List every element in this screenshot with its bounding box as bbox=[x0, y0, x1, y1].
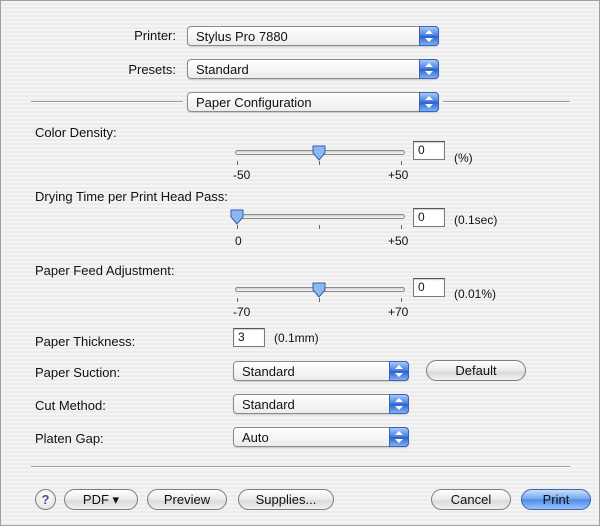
paper-feed-max: +70 bbox=[388, 305, 409, 319]
drying-time-slider-thumb[interactable] bbox=[230, 209, 244, 225]
paper-thickness-label: Paper Thickness: bbox=[35, 334, 136, 349]
default-button[interactable]: Default bbox=[426, 360, 526, 381]
color-density-label: Color Density: bbox=[35, 125, 117, 140]
slider-tick bbox=[237, 298, 238, 302]
printer-label: Printer: bbox=[134, 28, 176, 43]
paper-suction-popup[interactable]: Standard bbox=[233, 361, 409, 381]
popup-arrows-icon bbox=[389, 361, 409, 381]
bottom-separator bbox=[31, 466, 570, 468]
color-density-max: +50 bbox=[388, 168, 409, 182]
paper-feed-min: -70 bbox=[233, 305, 251, 319]
presets-popup[interactable]: Standard bbox=[187, 59, 439, 79]
drying-time-max: +50 bbox=[388, 234, 409, 248]
help-button[interactable]: ? bbox=[35, 489, 56, 510]
popup-arrows-icon bbox=[419, 92, 439, 112]
paper-thickness-field[interactable]: 3 bbox=[233, 328, 265, 347]
drying-time-field[interactable]: 0 bbox=[413, 208, 445, 227]
paper-suction-label: Paper Suction: bbox=[35, 365, 121, 380]
paper-suction-value: Standard bbox=[242, 364, 295, 379]
supplies-button[interactable]: Supplies... bbox=[238, 489, 334, 510]
color-density-unit: (%) bbox=[454, 151, 473, 165]
platen-gap-popup[interactable]: Auto bbox=[233, 427, 409, 447]
separator-left bbox=[31, 101, 183, 103]
slider-tick bbox=[237, 225, 238, 229]
paper-thickness-unit: (0.1mm) bbox=[274, 331, 319, 345]
slider-tick bbox=[319, 225, 320, 229]
cut-method-popup[interactable]: Standard bbox=[233, 394, 409, 414]
paper-feed-label: Paper Feed Adjustment: bbox=[35, 263, 175, 278]
color-density-min: -50 bbox=[233, 168, 251, 182]
cancel-button[interactable]: Cancel bbox=[431, 489, 511, 510]
paper-feed-field[interactable]: 0 bbox=[413, 278, 445, 297]
presets-label: Presets: bbox=[128, 62, 176, 77]
popup-arrows-icon bbox=[419, 59, 439, 79]
color-density-slider-thumb[interactable] bbox=[312, 145, 326, 161]
slider-tick bbox=[401, 225, 402, 229]
slider-tick bbox=[401, 161, 402, 165]
platen-gap-label: Platen Gap: bbox=[35, 431, 104, 446]
printer-value: Stylus Pro 7880 bbox=[196, 29, 288, 44]
paper-feed-unit: (0.01%) bbox=[454, 287, 497, 301]
panel-value: Paper Configuration bbox=[196, 95, 312, 110]
paper-feed-slider-thumb[interactable] bbox=[312, 282, 326, 298]
print-dialog: Printer: Stylus Pro 7880 Presets: Standa… bbox=[0, 0, 600, 526]
drying-time-slider[interactable] bbox=[235, 214, 405, 219]
print-button[interactable]: Print bbox=[521, 489, 591, 510]
cut-method-label: Cut Method: bbox=[35, 398, 106, 413]
printer-popup[interactable]: Stylus Pro 7880 bbox=[187, 26, 439, 46]
pdf-menu-button[interactable]: PDF ▾ bbox=[64, 489, 138, 510]
slider-tick bbox=[401, 298, 402, 302]
drying-time-label: Drying Time per Print Head Pass: bbox=[35, 189, 228, 204]
slider-tick bbox=[237, 161, 238, 165]
popup-arrows-icon bbox=[389, 394, 409, 414]
separator-right bbox=[443, 101, 570, 103]
platen-gap-value: Auto bbox=[242, 430, 269, 445]
slider-tick bbox=[319, 161, 320, 165]
popup-arrows-icon bbox=[419, 26, 439, 46]
slider-tick bbox=[319, 298, 320, 302]
panel-popup[interactable]: Paper Configuration bbox=[187, 92, 439, 112]
drying-time-unit: (0.1sec) bbox=[454, 213, 498, 227]
cut-method-value: Standard bbox=[242, 397, 295, 412]
popup-arrows-icon bbox=[389, 427, 409, 447]
presets-value: Standard bbox=[196, 62, 249, 77]
color-density-field[interactable]: 0 bbox=[413, 141, 445, 160]
preview-button[interactable]: Preview bbox=[147, 489, 227, 510]
drying-time-min: 0 bbox=[235, 234, 242, 248]
